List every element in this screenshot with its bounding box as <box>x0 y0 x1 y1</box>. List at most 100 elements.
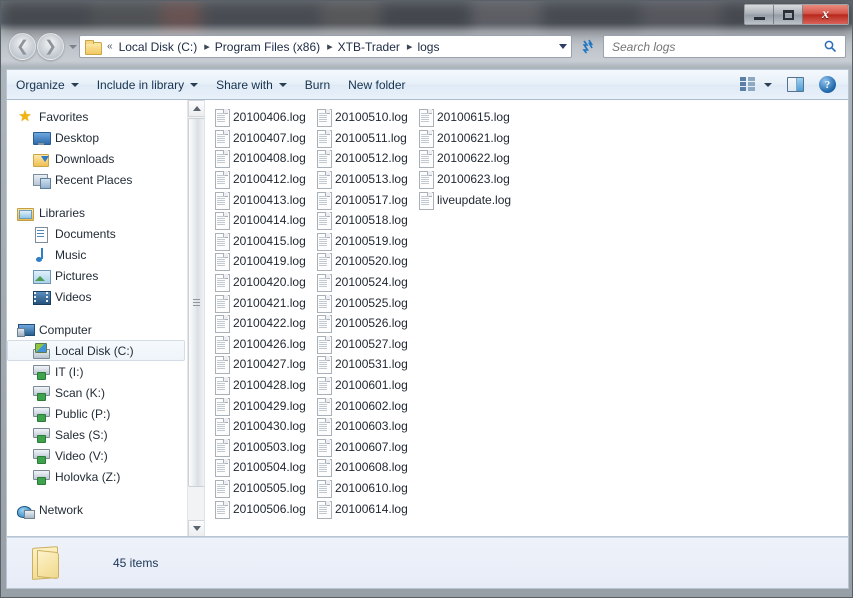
file-item[interactable]: 20100408.log <box>213 148 315 169</box>
organize-button[interactable]: Organize <box>7 72 88 98</box>
sidebar-item-desktop[interactable]: Desktop <box>7 127 189 148</box>
search-box[interactable] <box>603 35 846 58</box>
file-item[interactable]: 20100419.log <box>213 251 315 272</box>
file-item[interactable]: 20100610.log <box>315 478 417 499</box>
sidebar-group-favorites[interactable]: ★ Favorites <box>7 106 189 127</box>
address-bar[interactable]: « Local Disk (C:) ▸ Program Files (x86) … <box>79 35 572 58</box>
sidebar-item-downloads[interactable]: Downloads <box>7 148 189 169</box>
file-item[interactable]: 20100513.log <box>315 169 417 190</box>
file-item[interactable]: 20100506.log <box>213 498 315 519</box>
file-list-pane[interactable]: 20100406.log 20100407.log 20100408.log 2010… <box>204 100 848 536</box>
file-item[interactable]: 20100622.log <box>417 148 519 169</box>
file-item[interactable]: 20100607.log <box>315 437 417 458</box>
file-item[interactable]: 20100426.log <box>213 334 315 355</box>
file-item[interactable]: 20100504.log <box>213 457 315 478</box>
file-corner-fold-icon <box>325 500 330 506</box>
file-item[interactable]: 20100407.log <box>213 128 315 149</box>
file-item[interactable]: 20100428.log <box>213 375 315 396</box>
file-item[interactable]: 20100415.log <box>213 231 315 252</box>
file-item[interactable]: 20100525.log <box>315 292 417 313</box>
file-item[interactable]: 20100527.log <box>315 334 417 355</box>
file-item[interactable]: 20100503.log <box>213 437 315 458</box>
file-item[interactable]: 20100623.log <box>417 169 519 190</box>
breadcrumb-overflow-icon[interactable]: « <box>104 41 116 52</box>
breadcrumb-program-files[interactable]: Program Files (x86) <box>212 38 323 56</box>
sidebar-item-holovka-z[interactable]: Holovka (Z:) <box>7 466 189 487</box>
sidebar-item-scan-k[interactable]: Scan (K:) <box>7 382 189 403</box>
sidebar-item-it-i[interactable]: IT (I:) <box>7 361 189 382</box>
file-name-label: 20100615.log <box>437 110 510 125</box>
scrollbar-thumb[interactable] <box>188 118 204 487</box>
breadcrumb-xtb-trader[interactable]: XTB-Trader <box>335 38 403 56</box>
close-button[interactable]: x <box>803 5 848 24</box>
navigation-pane-scrollbar[interactable] <box>187 100 204 536</box>
file-item[interactable]: 20100608.log <box>315 457 417 478</box>
sidebar-group-network[interactable]: Network <box>7 499 189 520</box>
new-folder-button[interactable]: New folder <box>339 72 414 98</box>
file-grid: 20100406.log 20100407.log 20100408.log 2010… <box>213 107 519 519</box>
breadcrumb-separator-icon[interactable]: ▸ <box>323 40 335 53</box>
file-item[interactable]: 20100510.log <box>315 107 417 128</box>
file-item[interactable]: 20100602.log <box>315 395 417 416</box>
sidebar-item-local-disk-c[interactable]: Local Disk (C:) <box>7 340 185 361</box>
sidebar-item-videos[interactable]: Videos <box>7 286 189 307</box>
file-item[interactable]: 20100406.log <box>213 107 315 128</box>
sidebar-item-music[interactable]: Music <box>7 244 189 265</box>
file-item[interactable]: 20100422.log <box>213 313 315 334</box>
show-preview-pane-button[interactable] <box>780 72 811 97</box>
file-item[interactable]: 20100414.log <box>213 210 315 231</box>
sidebar-item-documents[interactable]: Documents <box>7 223 189 244</box>
sidebar-group-libraries[interactable]: Libraries <box>7 202 189 223</box>
file-item[interactable]: 20100512.log <box>315 148 417 169</box>
file-item[interactable]: 20100621.log <box>417 128 519 149</box>
file-item[interactable]: 20100614.log <box>315 498 417 519</box>
address-chevron-down-icon[interactable] <box>555 36 571 57</box>
sidebar-item-video-v[interactable]: Video (V:) <box>7 445 189 466</box>
help-button[interactable]: ? <box>813 71 842 98</box>
file-item[interactable]: 20100519.log <box>315 231 417 252</box>
file-item[interactable]: 20100429.log <box>213 395 315 416</box>
file-item[interactable]: 20100413.log <box>213 189 315 210</box>
file-item[interactable]: 20100531.log <box>315 354 417 375</box>
file-item[interactable]: 20100511.log <box>315 128 417 149</box>
change-view-button[interactable] <box>734 72 778 97</box>
file-item[interactable]: 20100420.log <box>213 272 315 293</box>
file-item[interactable]: 20100601.log <box>315 375 417 396</box>
documents-icon <box>33 226 49 243</box>
breadcrumb-local-disk[interactable]: Local Disk (C:) <box>116 38 201 56</box>
file-item[interactable]: 20100505.log <box>213 478 315 499</box>
file-item[interactable]: 20100430.log <box>213 416 315 437</box>
back-button[interactable]: ❮ <box>9 33 36 60</box>
forward-button[interactable]: ❯ <box>37 33 64 60</box>
refresh-button[interactable] <box>575 35 599 58</box>
file-item[interactable]: 20100615.log <box>417 107 519 128</box>
file-item[interactable]: 20100603.log <box>315 416 417 437</box>
maximize-button[interactable] <box>774 5 803 24</box>
file-item[interactable]: 20100524.log <box>315 272 417 293</box>
file-item[interactable]: 20100412.log <box>213 169 315 190</box>
file-item[interactable]: 20100517.log <box>315 189 417 210</box>
include-in-library-button[interactable]: Include in library <box>88 72 207 98</box>
title-bar[interactable]: x <box>1 1 852 31</box>
breadcrumb-logs[interactable]: logs <box>414 38 442 56</box>
sidebar-item-pictures[interactable]: Pictures <box>7 265 189 286</box>
burn-button[interactable]: Burn <box>296 72 339 98</box>
recent-pages-chevron-down-icon[interactable] <box>69 44 77 49</box>
file-item[interactable]: 20100518.log <box>315 210 417 231</box>
sidebar-item-sales-s[interactable]: Sales (S:) <box>7 424 189 445</box>
sidebar-group-computer[interactable]: Computer <box>7 319 189 340</box>
scroll-up-button[interactable] <box>188 100 204 117</box>
file-item[interactable]: 20100520.log <box>315 251 417 272</box>
search-input[interactable] <box>604 39 824 54</box>
scroll-down-button[interactable] <box>188 520 204 536</box>
breadcrumb-separator-icon[interactable]: ▸ <box>200 40 212 53</box>
file-item[interactable]: 20100526.log <box>315 313 417 334</box>
breadcrumb-separator-icon[interactable]: ▸ <box>403 40 415 53</box>
sidebar-item-public-p[interactable]: Public (P:) <box>7 403 189 424</box>
file-item[interactable]: 20100421.log <box>213 292 315 313</box>
share-with-button[interactable]: Share with <box>207 72 296 98</box>
sidebar-item-recent-places[interactable]: Recent Places <box>7 169 189 190</box>
minimize-button[interactable] <box>745 5 774 24</box>
file-item[interactable]: liveupdate.log <box>417 189 519 210</box>
file-item[interactable]: 20100427.log <box>213 354 315 375</box>
